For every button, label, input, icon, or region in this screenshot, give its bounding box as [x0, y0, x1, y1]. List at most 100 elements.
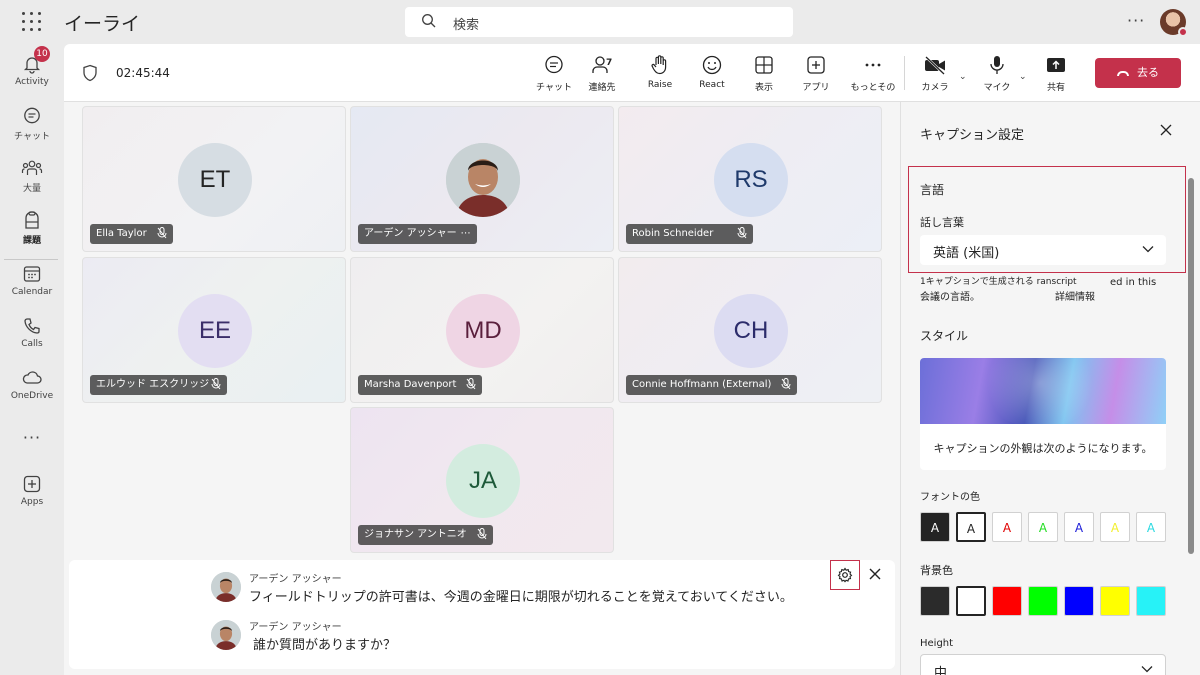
font-color-swatch[interactable]: A — [992, 512, 1022, 542]
phone-icon — [24, 318, 40, 334]
mic-options-chevron-icon[interactable]: ⌄ — [1019, 72, 1027, 82]
more-options-icon[interactable]: ··· — [1127, 11, 1145, 30]
height-dropdown[interactable]: 中 — [920, 654, 1166, 675]
bg-color-swatch[interactable] — [956, 586, 986, 616]
participant-tile[interactable]: JA ジョナサン アントニオ — [350, 407, 614, 553]
participant-tile[interactable]: CH Connie Hoffmann (External) — [618, 257, 882, 403]
participant-name: Connie Hoffmann (External) — [632, 379, 772, 390]
bg-color-label: 背景色 — [920, 564, 953, 577]
rail-item-onedrive[interactable]: OneDrive — [0, 368, 64, 416]
participant-tile[interactable]: ET Ella Taylor — [82, 106, 346, 252]
participant-avatar: MD — [446, 294, 520, 368]
react-label: React — [699, 80, 725, 90]
close-panel-icon[interactable] — [1159, 123, 1173, 137]
rail-item-chat[interactable]: チャット — [0, 106, 64, 154]
participant-name: Ella Taylor — [96, 228, 147, 239]
grid-icon — [755, 56, 773, 74]
camera-options-chevron-icon[interactable]: ⌄ — [959, 72, 967, 82]
assignments-icon — [25, 211, 39, 229]
chat-button[interactable]: チャット — [531, 54, 577, 93]
react-button[interactable]: React — [689, 54, 735, 90]
app-launcher-icon[interactable] — [22, 12, 42, 32]
participant-nametag: ジョナサン アントニオ — [358, 525, 493, 545]
participant-tile[interactable]: EE エルウッド エスクリッジ — [82, 257, 346, 403]
camera-button[interactable]: カメラ — [912, 54, 958, 93]
font-color-label: フォントの色 — [920, 492, 980, 503]
mic-muted-icon — [211, 378, 221, 390]
bg-color-swatch[interactable] — [992, 586, 1022, 616]
mic-muted-icon — [466, 378, 476, 390]
participant-name: Marsha Davenport — [364, 379, 457, 390]
meeting-area: 02:45:44 チャット 7 連絡先 Raise React 表示 アプリ も… — [64, 44, 1200, 675]
mic-muted-icon — [477, 528, 487, 540]
share-button[interactable]: 共有 — [1033, 54, 1079, 93]
bg-color-swatch[interactable] — [1100, 586, 1130, 616]
font-color-swatch[interactable]: A — [1100, 512, 1130, 542]
chat-icon — [24, 107, 40, 124]
rail-item-assignments[interactable]: 課題 — [0, 210, 64, 260]
height-label: Height — [920, 638, 954, 649]
participant-nametag: エルウッド エスクリッジ — [90, 375, 228, 395]
font-color-swatch[interactable]: A — [920, 512, 950, 542]
people-button[interactable]: 7 連絡先 — [579, 54, 625, 93]
panel-title: キャプション設定 — [920, 128, 1025, 143]
style-label: スタイル — [920, 329, 969, 343]
bg-color-swatch[interactable] — [1136, 586, 1166, 616]
bg-color-swatch[interactable] — [1064, 586, 1094, 616]
leave-label: 去る — [1137, 66, 1159, 79]
font-color-swatch[interactable]: A — [1028, 512, 1058, 542]
rail-more-apps[interactable]: ··· — [0, 428, 64, 476]
mic-muted-icon — [781, 378, 791, 390]
chat-icon — [545, 55, 563, 74]
speaker-avatar — [211, 620, 241, 650]
caption-settings-panel: キャプション設定 言語 話し言葉 英語 (米国) 1キャプションで生成される r… — [900, 102, 1200, 675]
bg-color-swatch[interactable] — [920, 586, 950, 616]
font-color-swatch[interactable]: A — [1136, 512, 1166, 542]
camera-off-icon — [925, 56, 945, 75]
view-button[interactable]: 表示 — [741, 54, 787, 93]
rail-item-teams[interactable]: 大量 — [0, 158, 64, 206]
participant-avatar: RS — [714, 143, 788, 217]
participant-nametag: Marsha Davenport — [358, 375, 483, 395]
learn-more-link[interactable]: 詳細情報 — [1055, 290, 1095, 305]
bg-color-swatch[interactable] — [1028, 586, 1058, 616]
spoken-language-dropdown[interactable]: 英語 (米国) — [920, 235, 1166, 265]
rail-item-apps[interactable]: Apps — [0, 474, 64, 522]
more-actions-button[interactable]: もっとその — [850, 54, 896, 93]
search-icon — [422, 14, 436, 28]
caption-settings-button[interactable] — [830, 560, 860, 590]
panel-scrollbar[interactable] — [1188, 178, 1194, 554]
apps-button[interactable]: アプリ — [793, 54, 839, 93]
raise-hand-button[interactable]: Raise — [637, 54, 683, 90]
cloud-icon — [22, 371, 42, 384]
font-color-swatch[interactable]: A — [956, 512, 986, 542]
rail-item-activity[interactable]: 10 Activity — [0, 46, 64, 102]
caption-text: 誰か質問がありますか？ — [253, 638, 397, 653]
meeting-toolbar: 02:45:44 チャット 7 連絡先 Raise React 表示 アプリ も… — [64, 44, 1200, 102]
search-input[interactable]: 検索 — [405, 7, 793, 37]
meeting-timer: 02:45:44 — [116, 66, 170, 80]
participant-tile[interactable]: MD Marsha Davenport — [350, 257, 614, 403]
rail-item-calendar[interactable]: Calendar — [0, 264, 64, 312]
caption-speaker: アーデン アッシャー — [249, 622, 342, 633]
participant-tile[interactable]: アーデン アッシャー ⋯ — [350, 106, 614, 252]
smile-icon — [702, 55, 722, 75]
shield-icon[interactable] — [82, 64, 98, 82]
spoken-language-label: 話し言葉 — [920, 216, 964, 229]
toolbar-divider — [904, 56, 905, 90]
participant-avatar: JA — [446, 444, 520, 518]
add-app-icon — [807, 56, 825, 74]
user-avatar[interactable] — [1160, 9, 1188, 37]
close-captions-icon[interactable] — [868, 567, 882, 581]
leave-button[interactable]: 去る — [1095, 58, 1181, 88]
mic-button[interactable]: マイク — [974, 54, 1020, 93]
participant-nametag: アーデン アッシャー ⋯ — [358, 224, 477, 244]
mic-muted-icon — [157, 227, 167, 239]
note-text: 1キャプションで生成される ranscript — [920, 277, 1077, 287]
share-label: 共有 — [1046, 83, 1065, 93]
rail-item-calls[interactable]: Calls — [0, 316, 64, 364]
font-color-swatch[interactable]: A — [1064, 512, 1094, 542]
view-label: 表示 — [754, 83, 773, 93]
participant-tile[interactable]: RS Robin Schneider — [618, 106, 882, 252]
ellipsis-icon — [865, 63, 881, 67]
